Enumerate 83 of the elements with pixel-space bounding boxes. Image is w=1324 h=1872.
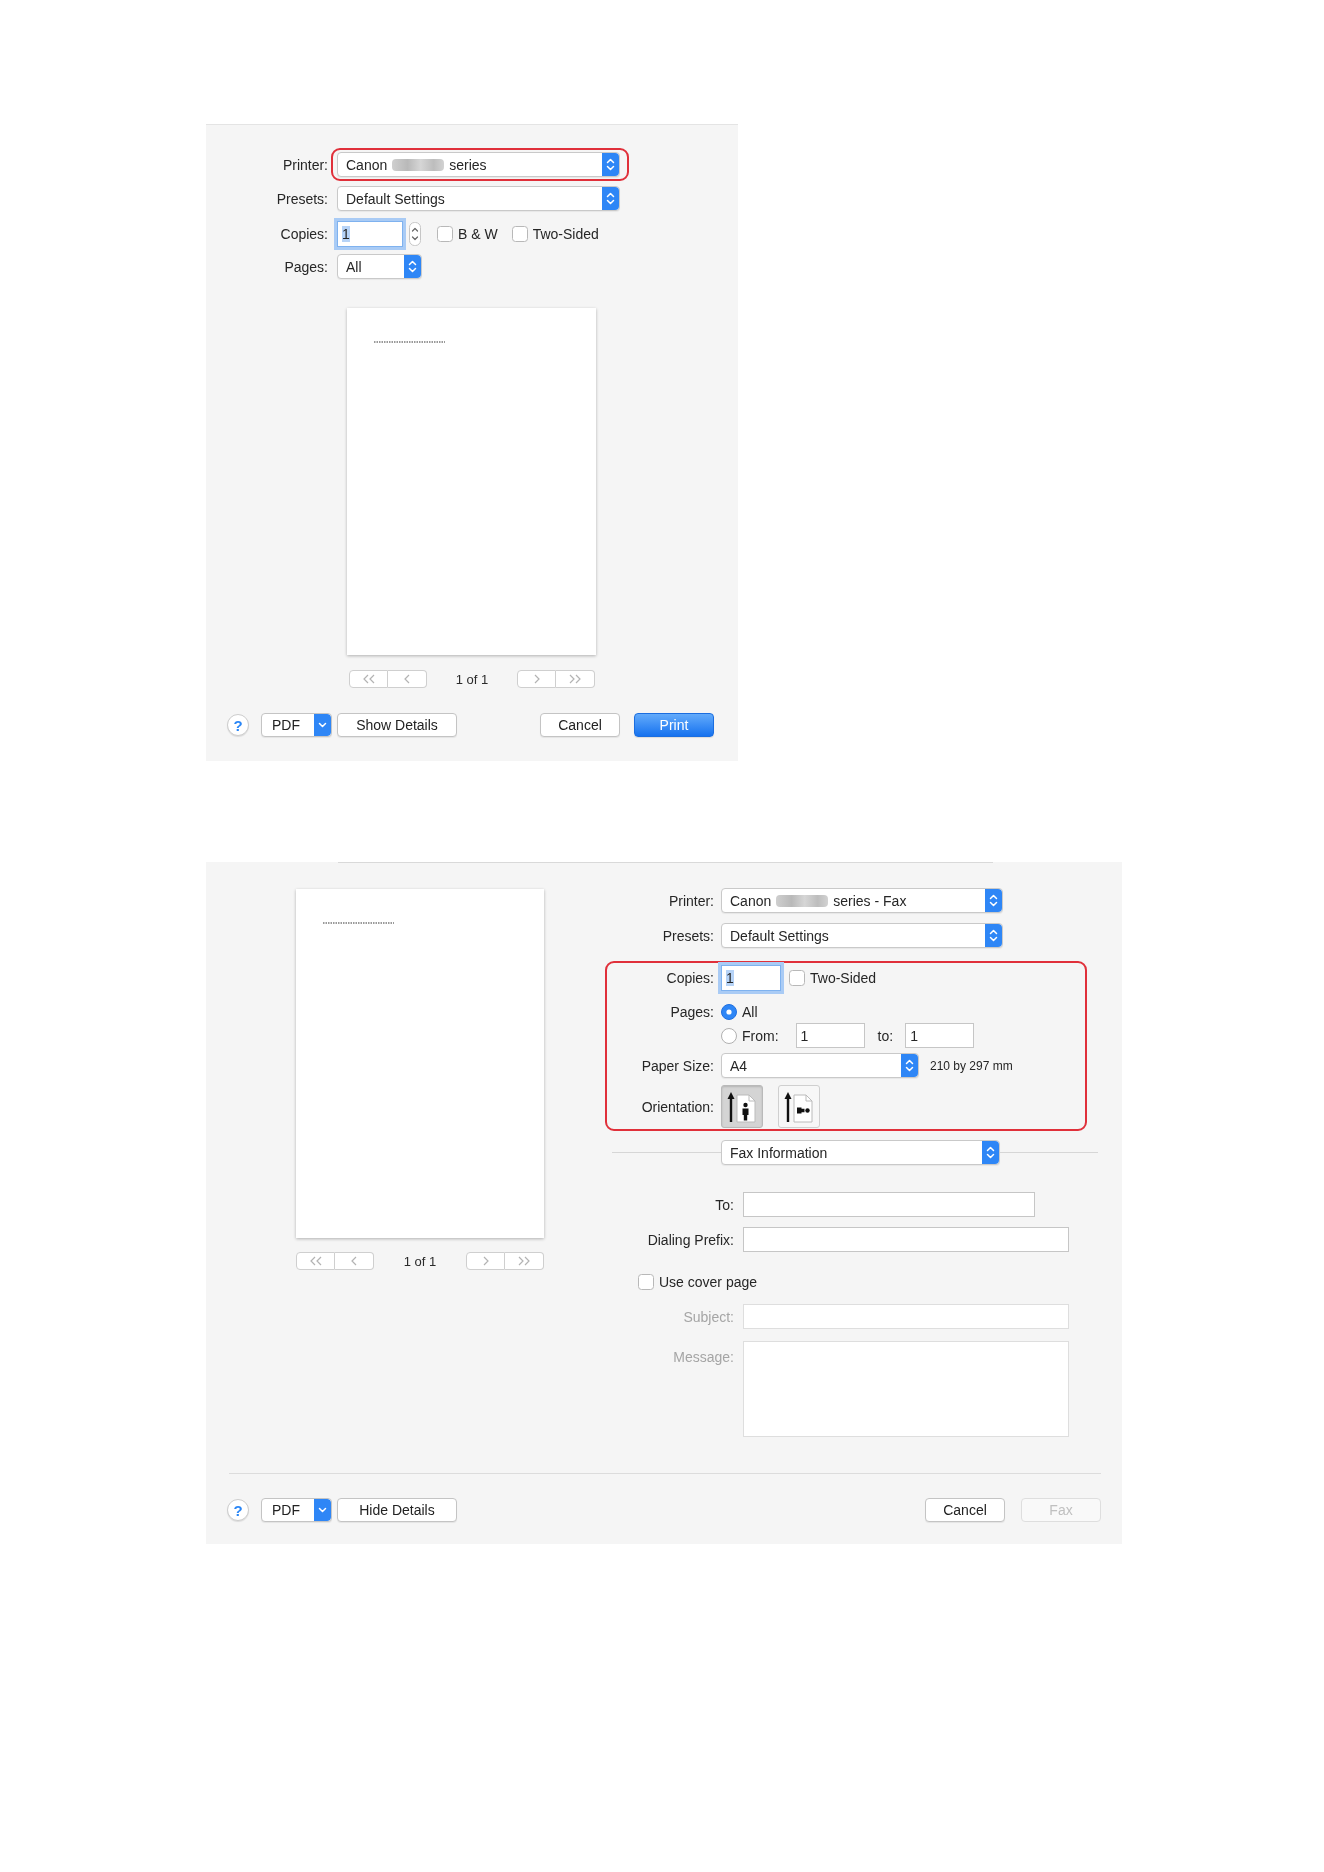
chevron-down-icon xyxy=(314,714,331,736)
chevron-right-icon xyxy=(533,674,540,684)
from-page-field[interactable]: 1 xyxy=(795,1023,865,1048)
pdf-button[interactable]: PDF xyxy=(261,1498,332,1522)
field-label: Paper Size: xyxy=(640,1057,714,1074)
stepper-icon[interactable] xyxy=(409,222,421,246)
field-label: To: xyxy=(714,1196,734,1213)
double-chevron-right-icon xyxy=(568,674,582,684)
checkbox[interactable] xyxy=(789,970,805,986)
radio-button[interactable] xyxy=(721,1027,737,1044)
section-select[interactable]: Fax Information xyxy=(721,1140,1000,1165)
to-page-field[interactable]: 1 xyxy=(905,1023,975,1048)
field-label: Presets: xyxy=(661,927,714,944)
checkbox-label: B & W xyxy=(458,226,498,242)
cancel-button[interactable]: Cancel xyxy=(540,713,620,737)
field-label: Subject: xyxy=(682,1308,734,1325)
checkbox-label: Use cover page xyxy=(659,1274,758,1290)
presets-select[interactable]: Default Settings xyxy=(337,186,620,211)
input-field[interactable] xyxy=(743,1192,1035,1217)
chevron-left-icon xyxy=(351,1256,357,1266)
checkbox[interactable] xyxy=(437,226,453,242)
field-label: Printer: xyxy=(667,892,714,909)
field-label: Presets: xyxy=(275,190,328,207)
checkbox[interactable] xyxy=(638,1274,654,1290)
checkbox-label: Two-Sided xyxy=(810,970,877,986)
field-label: Orientation: xyxy=(640,1098,714,1115)
help-button[interactable]: ? xyxy=(227,1499,249,1521)
dotted-line-icon xyxy=(374,340,445,344)
input-field[interactable] xyxy=(743,1227,1069,1252)
up-down-chevron-icon xyxy=(901,1054,918,1077)
portrait-orientation-icon xyxy=(727,1090,757,1123)
printer-select[interactable]: Canon series xyxy=(337,152,620,177)
pdf-button[interactable]: PDF xyxy=(261,713,332,737)
previous-page-button[interactable] xyxy=(388,670,427,688)
up-down-chevron-icon xyxy=(985,924,1002,947)
up-down-chevron-icon xyxy=(985,889,1002,912)
up-down-chevron-icon xyxy=(404,255,421,278)
radio-label: All xyxy=(742,1004,758,1020)
last-page-button[interactable] xyxy=(505,1252,544,1270)
orientation-toggle[interactable] xyxy=(721,1085,763,1128)
paper-dimensions: 210 by 297 mm xyxy=(930,1058,1013,1073)
field-label: Printer: xyxy=(281,156,328,173)
field-label: Copies: xyxy=(665,970,714,986)
page-indicator: 1 of 1 xyxy=(455,671,489,687)
field-label: Pages: xyxy=(283,258,328,275)
up-down-chevron-icon xyxy=(982,1141,999,1164)
field-label: Copies: xyxy=(279,226,328,242)
show-details-button[interactable]: Show Details xyxy=(337,713,457,737)
next-page-button[interactable] xyxy=(517,670,556,688)
dotted-line-icon xyxy=(323,921,394,925)
double-chevron-left-icon xyxy=(361,674,376,684)
field-label: Message: xyxy=(672,1348,734,1365)
pages-select[interactable]: All xyxy=(337,254,422,279)
up-down-chevron-icon xyxy=(602,187,619,210)
copies-field[interactable]: 1 xyxy=(721,965,781,991)
chevron-down-icon xyxy=(314,1499,331,1521)
copies-field[interactable]: 1 xyxy=(337,221,403,247)
chevron-left-icon xyxy=(404,674,410,684)
checkbox[interactable] xyxy=(511,226,528,242)
field-label: Pages: xyxy=(669,1003,714,1021)
hide-details-button[interactable]: Hide Details xyxy=(337,1498,457,1522)
field-label: Dialing Prefix: xyxy=(646,1231,734,1248)
page-indicator: 1 of 1 xyxy=(403,1253,437,1269)
first-page-button[interactable] xyxy=(349,670,388,688)
next-page-button[interactable] xyxy=(466,1252,505,1270)
checkbox-label: Two-Sided xyxy=(532,226,599,242)
up-down-chevron-icon xyxy=(602,153,619,176)
radio-button[interactable] xyxy=(721,1004,737,1020)
help-button[interactable]: ? xyxy=(227,714,249,736)
first-page-button[interactable] xyxy=(296,1252,335,1270)
radio-label: From: xyxy=(742,1027,779,1044)
double-chevron-right-icon xyxy=(517,1256,531,1266)
presets-select[interactable]: Default Settings xyxy=(721,923,1003,948)
paper-size-select[interactable]: A4 xyxy=(721,1053,919,1078)
orientation-toggle[interactable] xyxy=(778,1085,820,1128)
chevron-right-icon xyxy=(482,1256,489,1266)
field-label: to: xyxy=(877,1027,894,1044)
last-page-button[interactable] xyxy=(556,670,595,688)
cancel-button[interactable]: Cancel xyxy=(925,1498,1005,1522)
double-chevron-left-icon xyxy=(308,1256,323,1266)
landscape-orientation-icon xyxy=(784,1090,814,1123)
previous-page-button[interactable] xyxy=(335,1252,374,1270)
printer-select[interactable]: Canon series - Fax xyxy=(721,888,1003,913)
